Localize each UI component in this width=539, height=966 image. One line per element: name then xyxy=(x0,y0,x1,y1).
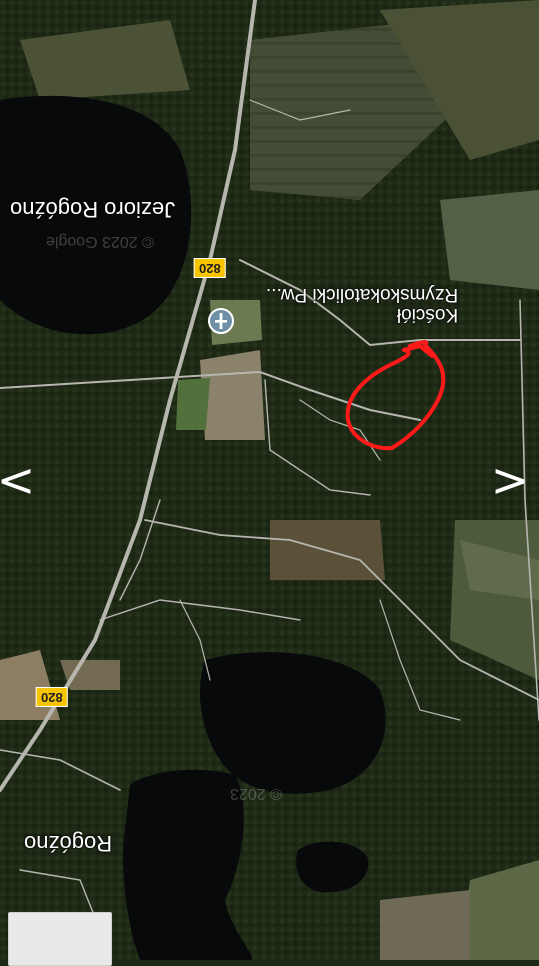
map-watermark: © 2023 Google xyxy=(46,233,154,250)
poi-label-line2: Rzymskokatolicki Pw... xyxy=(266,284,459,305)
satellite-map[interactable] xyxy=(0,0,539,960)
poi-label[interactable]: Kościół Rzymskokatolicki Pw... xyxy=(266,284,459,325)
poi-label-line1: Kościół xyxy=(396,304,459,325)
road-shield-820: 820 xyxy=(194,258,226,278)
church-pin-icon[interactable] xyxy=(206,306,236,336)
thumbnail-preview[interactable] xyxy=(8,912,112,966)
lake-label: Jezioro Rogóźno xyxy=(10,197,176,222)
next-arrow-button[interactable]: > xyxy=(490,456,530,504)
previous-arrow-button[interactable]: < xyxy=(0,456,36,504)
map-watermark: © 2023 xyxy=(230,785,282,802)
town-label: Rogóźno xyxy=(24,831,113,856)
road-shield-820: 820 xyxy=(36,687,68,707)
